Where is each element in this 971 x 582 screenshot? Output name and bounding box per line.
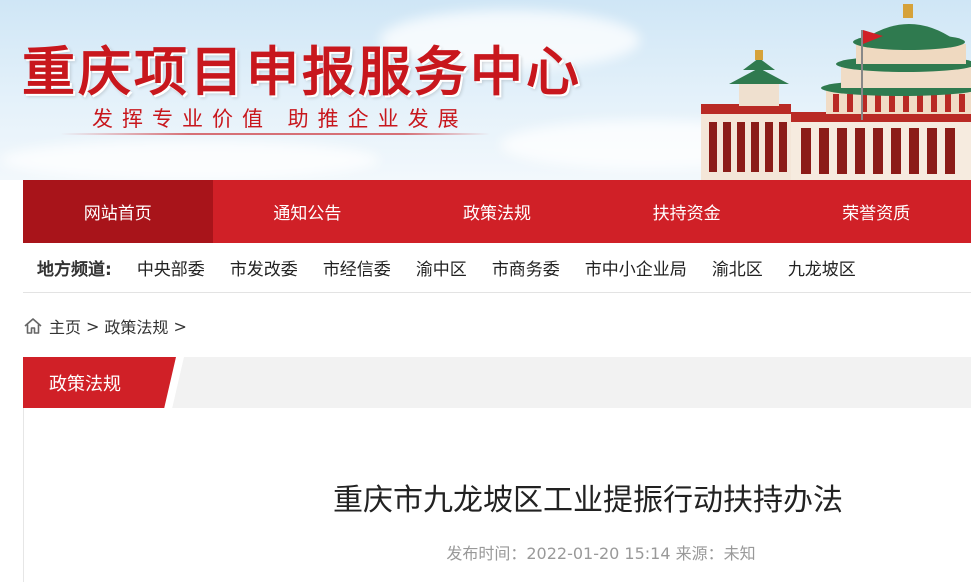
article-title: 重庆市九龙坡区工业提振行动扶持办法 — [333, 483, 843, 518]
slogan-underline — [60, 133, 490, 135]
header-banner: 重庆项目申报服务中心 发挥专业价值 助推企业发展 — [0, 0, 971, 180]
local-channel-link[interactable]: 九龙坡区 — [788, 255, 856, 280]
breadcrumb-policies[interactable]: 政策法规 — [104, 314, 168, 338]
local-channel-link[interactable]: 中央部委 — [137, 255, 205, 280]
local-channel-link[interactable]: 渝北区 — [712, 255, 763, 280]
great-hall-illustration — [701, 4, 971, 180]
main-nav: 网站首页 通知公告 政策法规 扶持资金 荣誉资质 — [23, 180, 971, 243]
local-channel-link[interactable]: 渝中区 — [416, 255, 467, 280]
local-channels-label: 地方频道: — [37, 260, 112, 280]
cloud-decoration — [0, 140, 380, 180]
home-icon[interactable] — [23, 316, 43, 336]
nav-item-home[interactable]: 网站首页 — [23, 180, 213, 243]
local-channels-bar: 地方频道: 中央部委 市发改委 市经信委 渝中区 市商务委 市中小企业局 渝北区… — [23, 243, 971, 293]
nav-item-honors[interactable]: 荣誉资质 — [781, 180, 971, 243]
section-header: 政策法规 — [23, 357, 971, 408]
nav-item-policies[interactable]: 政策法规 — [402, 180, 592, 243]
section-title: 政策法规 — [23, 357, 169, 408]
breadcrumb-separator: > — [173, 316, 187, 336]
local-channel-link[interactable]: 市经信委 — [323, 255, 391, 280]
site-title: 重庆项目申报服务中心 — [22, 42, 582, 103]
article-meta: 发布时间：2022-01-20 15:14 来源：未知 — [446, 544, 756, 563]
local-channel-link[interactable]: 市商务委 — [492, 255, 560, 280]
article-container: 重庆市九龙坡区工业提振行动扶持办法 发布时间：2022-01-20 15:14 … — [23, 408, 971, 582]
breadcrumb-separator: > — [86, 316, 100, 336]
nav-item-funding[interactable]: 扶持资金 — [592, 180, 782, 243]
local-channel-link[interactable]: 市中小企业局 — [585, 255, 687, 280]
breadcrumb-home[interactable]: 主页 — [49, 314, 81, 338]
site-slogan: 发挥专业价值 助推企业发展 — [92, 107, 468, 131]
nav-item-notices[interactable]: 通知公告 — [213, 180, 403, 243]
breadcrumb: 主页 > 政策法规 > — [23, 314, 192, 338]
local-channel-link[interactable]: 市发改委 — [230, 255, 298, 280]
